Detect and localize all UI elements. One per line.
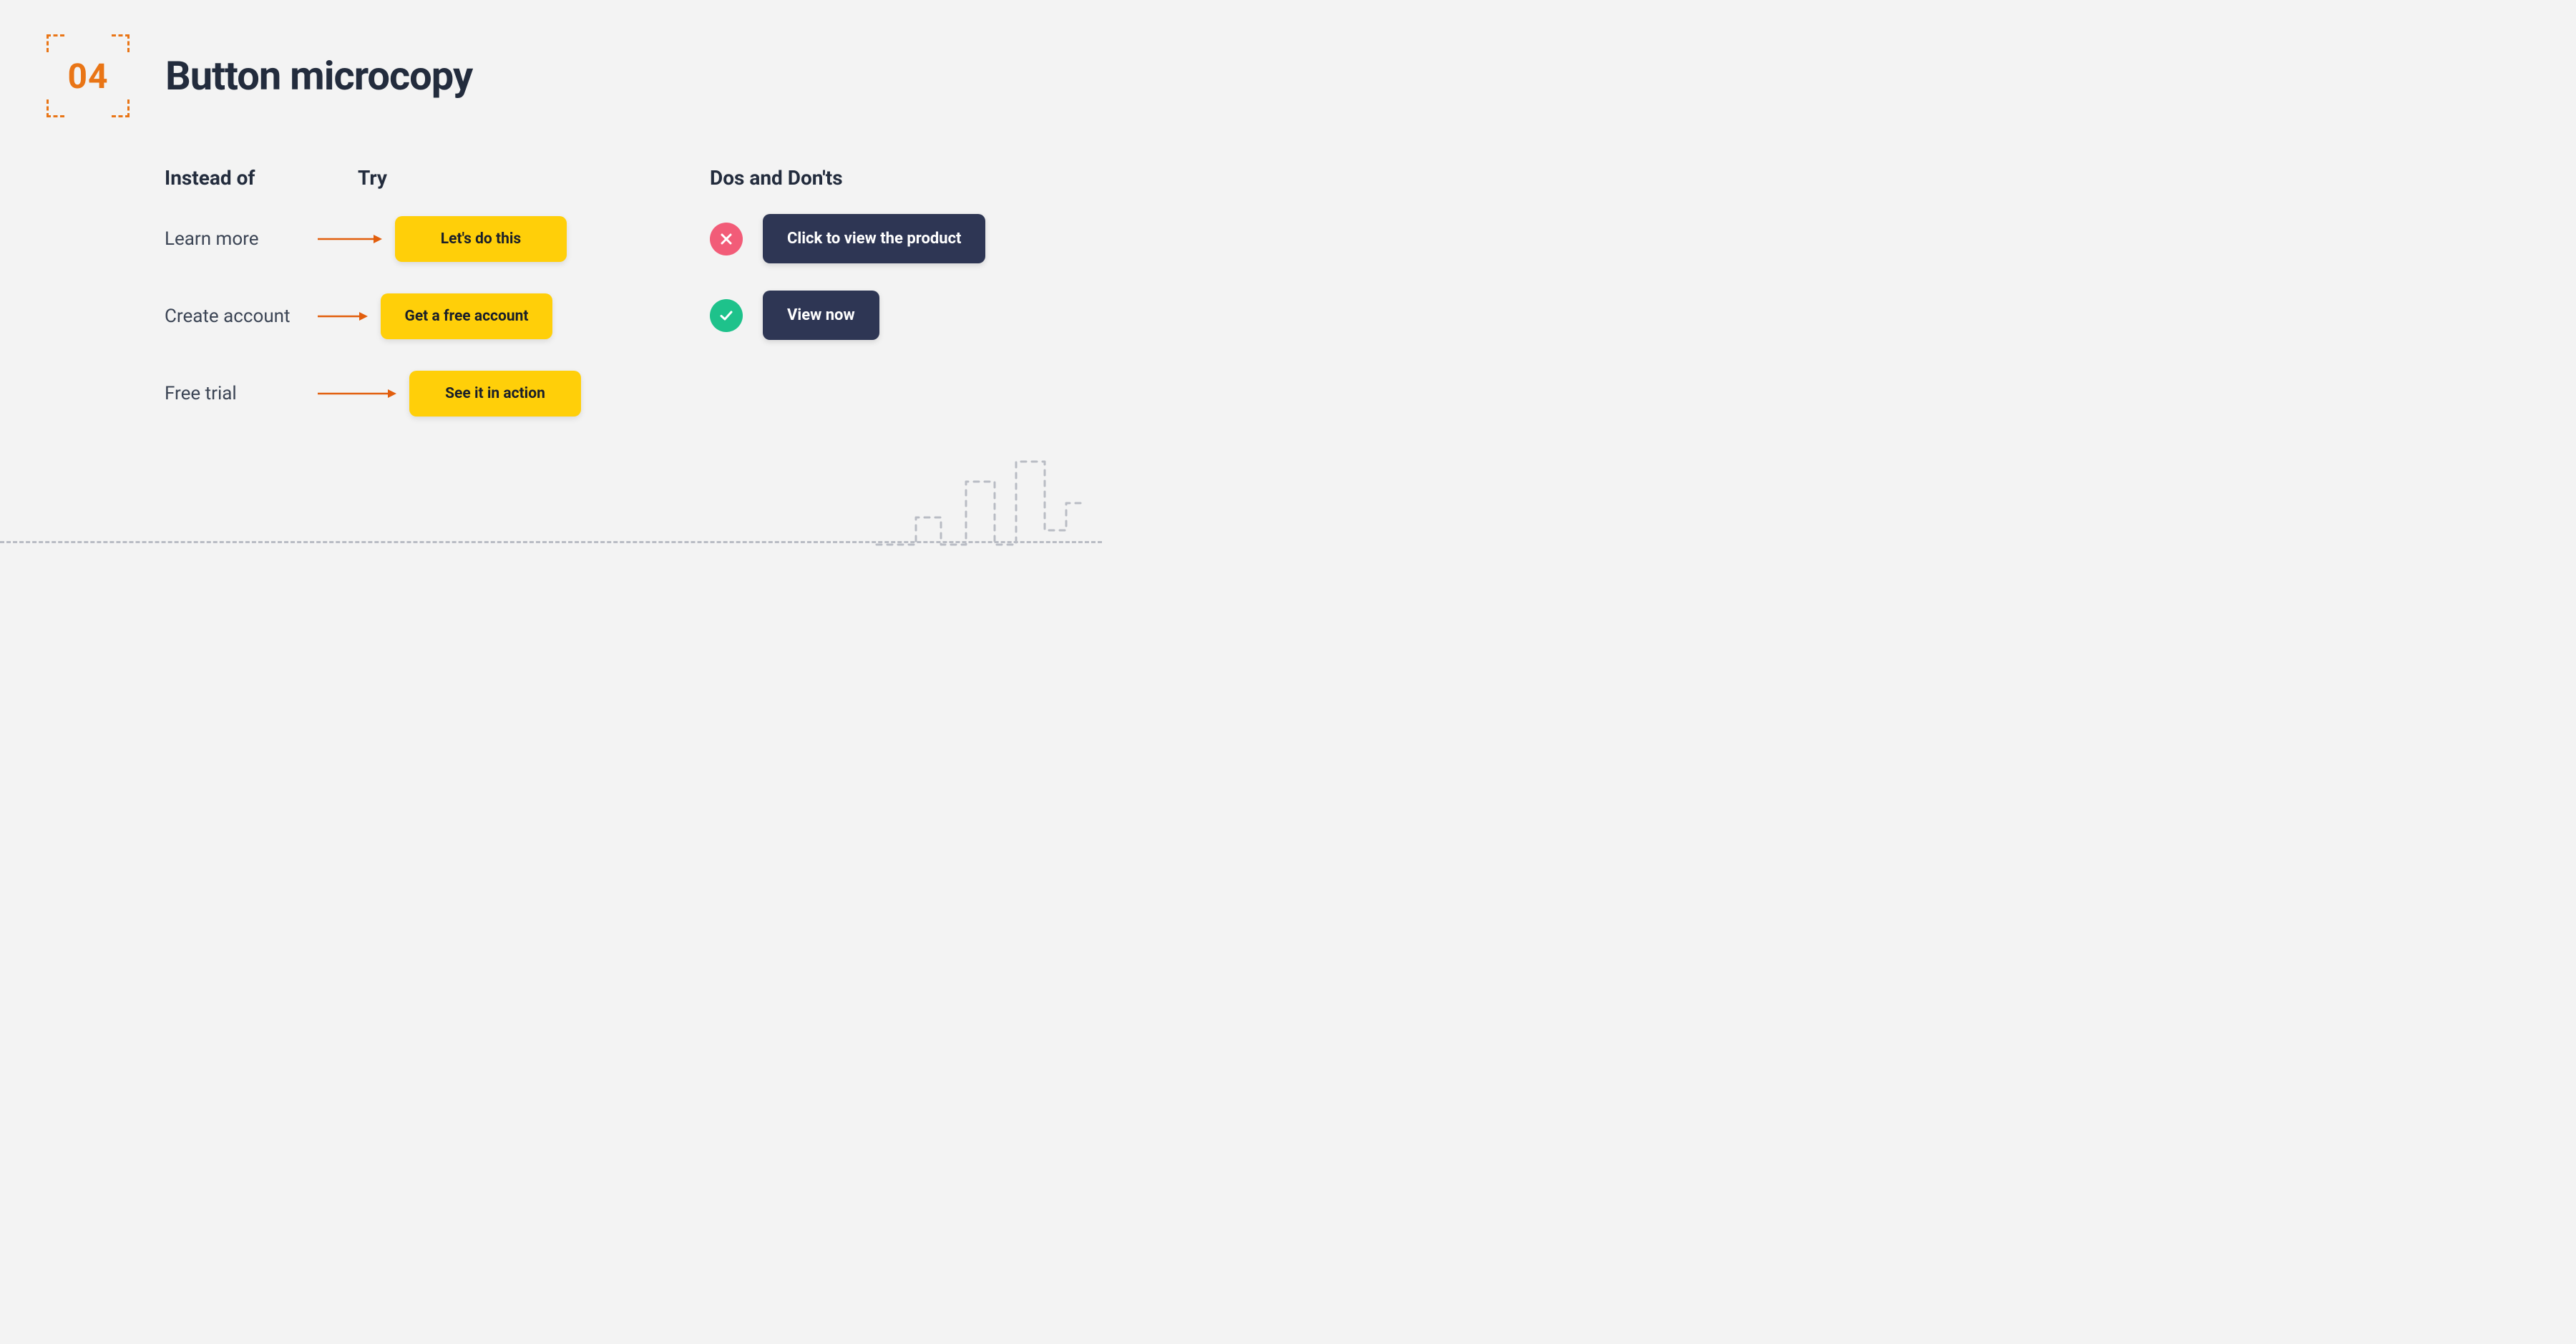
slide-number-frame: 04 <box>47 34 130 117</box>
frame-corner-icon <box>47 99 64 117</box>
decorative-skyline-icon <box>873 453 1088 560</box>
instead-of-text: Create account <box>165 306 308 327</box>
column-header-dos-donts: Dos and Don'ts <box>710 166 985 190</box>
slide-title: Button microcopy <box>165 52 472 99</box>
slide-content: Instead of Try Learn more Let's do this <box>165 166 985 446</box>
frame-corner-icon <box>112 34 130 52</box>
dont-button[interactable]: Click to view the product <box>763 214 985 263</box>
dont-row: Click to view the product <box>710 214 985 263</box>
try-button[interactable]: Let's do this <box>395 216 567 262</box>
frame-corner-icon <box>112 99 130 117</box>
column-header-try: Try <box>358 166 387 190</box>
instead-of-text: Learn more <box>165 228 308 250</box>
do-button[interactable]: View now <box>763 291 879 340</box>
check-icon <box>710 299 743 332</box>
arrow-right-icon <box>318 389 396 399</box>
example-row: Create account Get a free account <box>165 291 581 341</box>
arrow-right-icon <box>318 311 368 321</box>
x-icon <box>710 223 743 255</box>
example-row: Learn more Let's do this <box>165 214 581 264</box>
instead-of-text: Free trial <box>165 383 308 404</box>
frame-corner-icon <box>47 34 64 52</box>
do-row: View now <box>710 291 985 340</box>
slide-header: 04 Button microcopy <box>47 34 472 117</box>
example-row: Free trial See it in action <box>165 369 581 419</box>
try-button[interactable]: See it in action <box>409 371 581 417</box>
slide-number: 04 <box>67 56 108 97</box>
try-button[interactable]: Get a free account <box>381 293 552 339</box>
examples-group: Instead of Try Learn more Let's do this <box>165 166 581 446</box>
column-header-instead-of: Instead of <box>165 166 358 190</box>
dos-donts-group: Dos and Don'ts Click to view the product… <box>710 166 985 446</box>
arrow-right-icon <box>318 234 382 244</box>
